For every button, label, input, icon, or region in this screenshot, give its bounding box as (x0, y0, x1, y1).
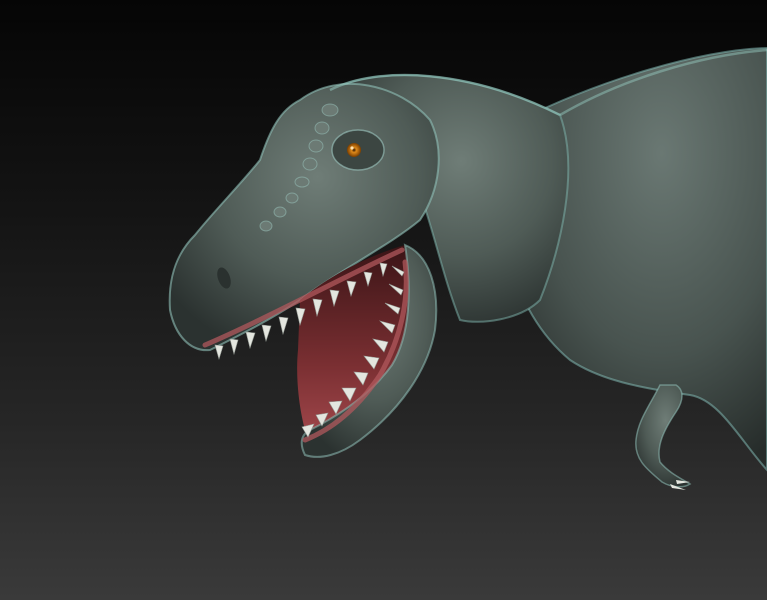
dinosaur-render (168, 46, 767, 490)
dinosaur-arm (635, 384, 692, 488)
dinosaur-eye (347, 143, 361, 157)
render-viewport (0, 0, 767, 600)
eye-highlight (350, 146, 354, 150)
